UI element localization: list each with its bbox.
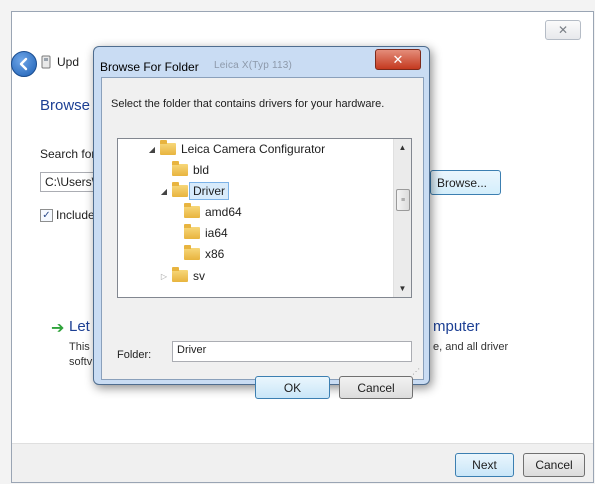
tree-item-label: ia64 xyxy=(205,226,228,240)
next-button[interactable]: Next xyxy=(455,453,514,477)
folder-icon xyxy=(184,203,200,218)
computer-description: e, and all driver xyxy=(433,341,509,353)
tree-item-label: sv xyxy=(193,269,205,283)
resize-grip-icon[interactable]: ⋰ xyxy=(412,367,420,376)
expanded-triangle-icon[interactable]: ◢ xyxy=(146,145,158,154)
collapsed-triangle-icon[interactable]: ▷ xyxy=(158,272,170,281)
dialog-instruction: Select the folder that contains drivers … xyxy=(111,98,385,110)
dialog-close-button[interactable]: ✕ xyxy=(375,49,421,70)
close-icon: ✕ xyxy=(392,51,404,67)
tree-item-leica-camera-configurator[interactable]: ◢ Leica Camera Configurator xyxy=(146,139,325,159)
wizard-cancel-button[interactable]: Cancel xyxy=(523,453,585,477)
browse-button[interactable]: Browse... xyxy=(430,170,501,195)
folder-icon xyxy=(172,267,188,282)
let-me-pick-description-2: softv xyxy=(69,356,93,368)
back-arrow-icon xyxy=(19,57,28,71)
device-icon xyxy=(41,55,51,69)
folder-label: Folder: xyxy=(117,349,152,361)
green-arrow-icon: ➔ xyxy=(51,320,65,337)
tree-item-label: bld xyxy=(193,163,210,177)
folder-name-input[interactable]: Driver xyxy=(172,341,412,362)
tree-item-driver[interactable]: ◢ Driver xyxy=(158,181,229,201)
dialog-cancel-button[interactable]: Cancel xyxy=(339,376,413,399)
scroll-up-icon[interactable]: ▲ xyxy=(394,139,411,156)
tree-item-label: Leica Camera Configurator xyxy=(181,142,326,156)
close-icon: ✕ xyxy=(557,23,569,37)
computer-link-text[interactable]: mputer xyxy=(433,318,480,335)
include-subfolders-row[interactable]: ✓ Include xyxy=(40,208,95,222)
tree-item-bld[interactable]: bld xyxy=(158,160,209,180)
tree-scrollbar[interactable]: ▲ ≡ ▼ xyxy=(393,139,411,297)
tree-item-label: Driver xyxy=(189,182,229,200)
dialog-ok-button[interactable]: OK xyxy=(255,376,330,399)
dialog-titlebar[interactable]: Browse For Folder Leica X(Typ 113) ✕ xyxy=(94,47,429,77)
dialog-title: Browse For Folder xyxy=(100,60,199,74)
wizard-title: Upd xyxy=(57,55,80,69)
wizard-title-row: Upd xyxy=(41,55,79,69)
dialog-body: Select the folder that contains drivers … xyxy=(101,77,424,399)
tree-item-amd64[interactable]: amd64 xyxy=(170,202,242,222)
tree-item-label: x86 xyxy=(205,247,225,261)
folder-icon xyxy=(172,182,188,197)
folder-icon xyxy=(184,245,200,260)
scroll-down-icon[interactable]: ▼ xyxy=(394,280,411,297)
include-subfolders-label: Include xyxy=(56,208,95,222)
tree-item-sv[interactable]: ▷ sv xyxy=(158,266,205,286)
folder-icon xyxy=(172,161,188,176)
let-me-pick-description: This xyxy=(69,341,90,353)
folder-tree[interactable]: ◢ Leica Camera Configurator bld ◢ Driver… xyxy=(117,138,412,298)
browse-for-folder-dialog: Browse For Folder Leica X(Typ 113) ✕ Sel… xyxy=(93,46,430,399)
folder-icon xyxy=(160,140,176,155)
tree-item-label: amd64 xyxy=(205,205,242,219)
page-heading: Browse xyxy=(40,97,91,114)
back-button[interactable] xyxy=(11,51,37,77)
search-for-label: Search for xyxy=(40,147,96,161)
scroll-thumb[interactable]: ≡ xyxy=(396,189,410,211)
dialog-faded-title: Leica X(Typ 113) xyxy=(214,60,293,71)
let-me-pick-link[interactable]: Let xyxy=(69,318,90,335)
folder-icon xyxy=(184,224,200,239)
expanded-triangle-icon[interactable]: ◢ xyxy=(158,187,170,196)
wizard-close-button[interactable]: ✕ xyxy=(545,20,581,40)
tree-item-x86[interactable]: x86 xyxy=(170,244,224,264)
include-subfolders-checkbox[interactable]: ✓ xyxy=(40,208,53,222)
tree-item-ia64[interactable]: ia64 xyxy=(170,223,228,243)
